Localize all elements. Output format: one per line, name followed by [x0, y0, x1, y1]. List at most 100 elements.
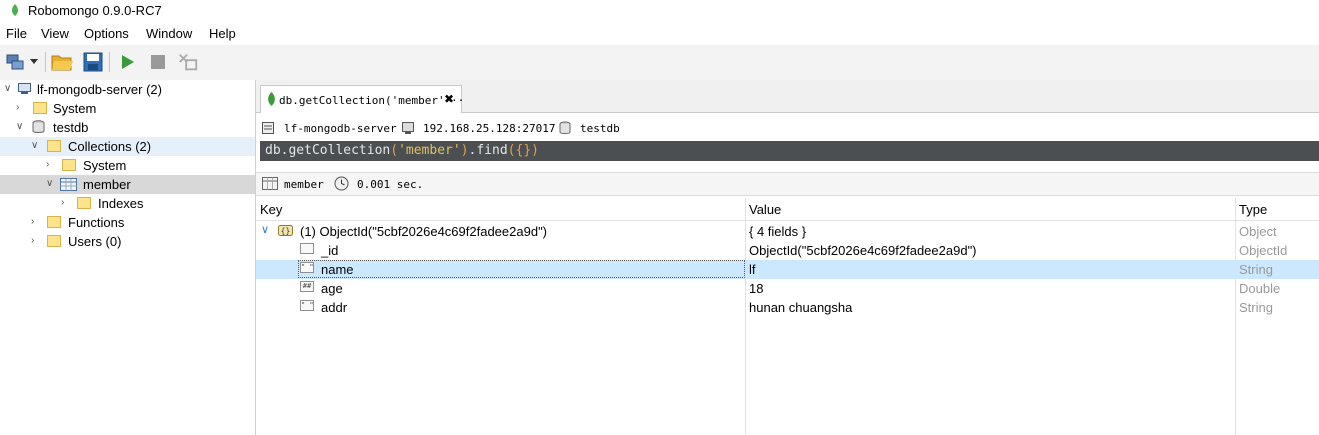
toolbar-separator	[45, 52, 46, 72]
chevron-down-icon[interactable]: ∨	[261, 223, 269, 236]
svg-text:{}: {}	[281, 227, 291, 236]
close-icon[interactable]: ✖	[444, 92, 454, 106]
folder-icon	[77, 197, 91, 209]
tree-item-member[interactable]: ∨ member	[0, 175, 255, 194]
query-editor[interactable]: db.getCollection('member').find({})	[260, 141, 1319, 161]
tab-label: db.getCollection('member'···	[279, 94, 465, 107]
table-row[interactable]: " " addr hunan chuangsha String	[256, 298, 1319, 317]
host-icon	[402, 122, 414, 134]
menu-options[interactable]: Options	[84, 26, 129, 41]
folder-icon	[47, 216, 61, 228]
connect-icon[interactable]	[4, 51, 26, 73]
folder-icon	[47, 235, 61, 247]
string-icon: " "	[300, 262, 314, 273]
server-icon	[262, 122, 274, 134]
result-collection: member	[284, 178, 324, 191]
table-row[interactable]: ## age 18 Double	[256, 279, 1319, 298]
menu-file[interactable]: File	[6, 26, 27, 41]
db-label: testdb	[53, 120, 89, 135]
results-tree-table: Key Value Type ∨ {} (1) ObjectId("5cbf20…	[256, 198, 1319, 435]
object-icon: {}	[278, 225, 293, 236]
system-label: System	[53, 101, 97, 116]
toolbar-separator	[109, 52, 110, 72]
row-key: (1) ObjectId("5cbf2026e4c69f2fadee2a9d")	[300, 224, 548, 239]
dropdown-icon[interactable]	[28, 51, 40, 73]
cursor-icon[interactable]	[177, 51, 199, 73]
table-row[interactable]: ∨ {} (1) ObjectId("5cbf2026e4c69f2fadee2…	[256, 222, 1319, 241]
tree-item-system[interactable]: › System	[0, 99, 255, 118]
folder-icon	[62, 159, 76, 171]
tree-item-server[interactable]: ∨ lf-mongodb-server (2)	[0, 80, 255, 99]
tree-item-functions[interactable]: › Functions	[0, 213, 255, 232]
row-value: { 4 fields }	[749, 224, 807, 239]
users-label: Users (0)	[68, 234, 122, 249]
info-server: lf-mongodb-server	[284, 122, 397, 135]
tree-item-indexes[interactable]: › Indexes	[0, 194, 255, 213]
chevron-down-icon[interactable]: ∨	[46, 178, 56, 189]
database-icon	[559, 121, 571, 134]
query-workspace: db.getCollection('member'··· ✖ lf-mongod…	[256, 80, 1319, 435]
server-label: lf-mongodb-server (2)	[37, 82, 162, 97]
collection-table-icon	[60, 178, 77, 191]
row-value: 18	[749, 281, 764, 296]
tree-item-collections[interactable]: ∨ Collections (2)	[0, 137, 255, 156]
focus-rect	[298, 260, 745, 278]
objectid-icon	[300, 243, 314, 254]
row-type: Object	[1239, 224, 1277, 239]
member-label: member	[83, 177, 131, 192]
stop-icon[interactable]	[147, 51, 169, 73]
header-value[interactable]: Value	[749, 202, 781, 217]
connection-info-bar: lf-mongodb-server 192.168.25.128:27017 t…	[256, 118, 1319, 138]
collection-table-icon	[262, 177, 278, 190]
row-key: age	[321, 281, 343, 296]
string-icon: " "	[300, 300, 314, 311]
toolbar	[0, 45, 1319, 81]
open-icon[interactable]	[51, 51, 73, 73]
folder-icon	[47, 140, 61, 152]
server-icon	[18, 83, 31, 94]
row-type: Double	[1239, 281, 1281, 296]
collections-label: Collections (2)	[68, 139, 152, 154]
chevron-right-icon[interactable]: ›	[46, 159, 56, 170]
header-type[interactable]: Type	[1239, 202, 1267, 217]
chevron-right-icon[interactable]: ›	[31, 235, 41, 246]
save-icon[interactable]	[82, 51, 104, 73]
clock-icon	[334, 176, 349, 191]
chevron-right-icon[interactable]: ›	[16, 102, 26, 113]
menu-help[interactable]: Help	[209, 26, 236, 41]
chevron-right-icon[interactable]: ›	[61, 197, 71, 208]
menu-window[interactable]: Window	[146, 26, 192, 41]
row-value: lf	[749, 262, 756, 277]
tab-query[interactable]: db.getCollection('member'··· ✖	[260, 85, 465, 113]
folder-icon	[33, 102, 47, 114]
query-text[interactable]: db.getCollection('member').find({})	[265, 143, 539, 158]
execute-icon[interactable]	[116, 51, 138, 73]
info-db: testdb	[580, 122, 620, 135]
row-type: ObjectId	[1239, 243, 1288, 258]
row-value: hunan chuangsha	[749, 300, 853, 315]
chevron-down-icon[interactable]: ∨	[31, 140, 41, 151]
number-icon: ##	[300, 281, 314, 292]
database-icon	[32, 120, 45, 133]
tree-item-testdb[interactable]: ∨ testdb	[0, 118, 255, 137]
chevron-down-icon[interactable]: ∨	[4, 83, 14, 94]
chevron-right-icon[interactable]: ›	[31, 216, 41, 227]
header-key[interactable]: Key	[260, 202, 282, 217]
row-value: ObjectId("5cbf2026e4c69f2fadee2a9d")	[749, 243, 977, 258]
tree-item-users[interactable]: › Users (0)	[0, 232, 255, 251]
tab-bar: db.getCollection('member'··· ✖	[256, 80, 1319, 113]
menu-bar: File View Options Window Help	[0, 24, 1319, 44]
tree-item-collection-system[interactable]: › System	[0, 156, 255, 175]
table-row-selected[interactable]: " " name lf String	[256, 260, 1319, 279]
menu-view[interactable]: View	[41, 26, 69, 41]
table-row[interactable]: _id ObjectId("5cbf2026e4c69f2fadee2a9d")…	[256, 241, 1319, 260]
chevron-down-icon[interactable]: ∨	[16, 121, 26, 132]
row-key: name	[321, 262, 354, 277]
row-type: String	[1239, 300, 1273, 315]
table-header: Key Value Type	[256, 198, 1319, 435]
info-host: 192.168.25.128:27017	[423, 122, 556, 135]
indexes-label: Indexes	[98, 196, 144, 211]
row-key: addr	[321, 300, 348, 315]
result-bar: member 0.001 sec.	[256, 172, 1319, 196]
functions-label: Functions	[68, 215, 125, 230]
